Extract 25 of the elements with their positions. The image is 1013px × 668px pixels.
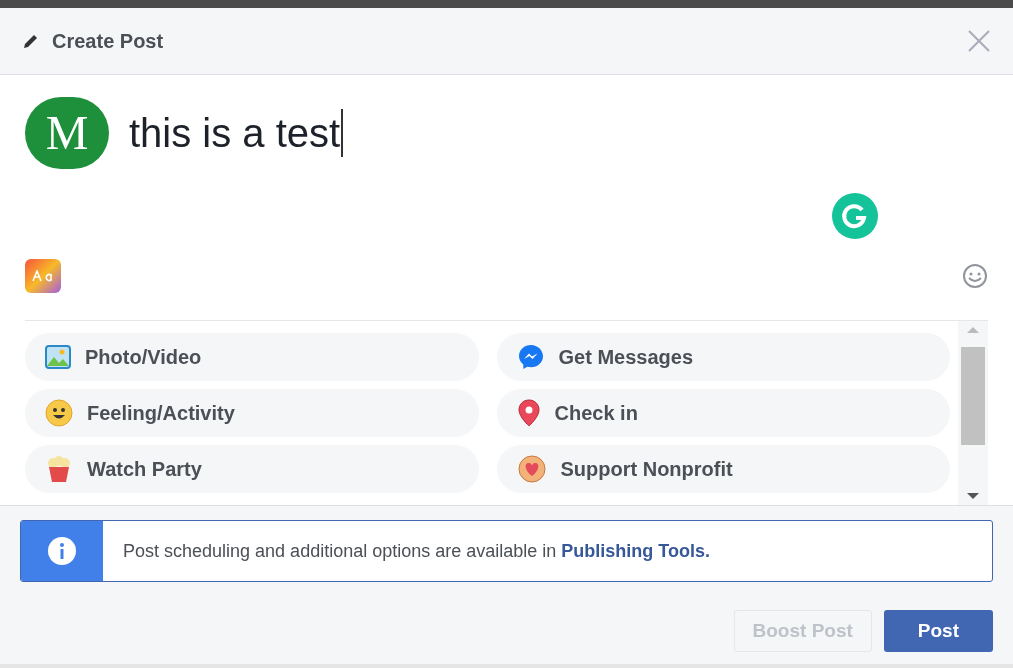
pencil-icon	[22, 32, 40, 50]
publishing-tools-link[interactable]: Publishing Tools.	[561, 540, 710, 561]
notice-text: Post scheduling and additional options are available in Publishing Tools.	[123, 539, 710, 563]
grammar-badge-icon[interactable]	[832, 193, 878, 239]
post-option[interactable]: Support Nonprofit	[496, 445, 950, 493]
post-option[interactable]: Get Messages	[496, 333, 950, 381]
scrollbar[interactable]	[958, 321, 988, 505]
smiley-icon	[45, 399, 73, 427]
emoji-icon[interactable]	[962, 263, 988, 289]
post-button[interactable]: Post	[883, 610, 993, 652]
avatar: M	[25, 97, 109, 169]
text-style-button[interactable]	[25, 259, 61, 293]
post-option[interactable]: Watch Party	[25, 445, 479, 493]
image-icon	[45, 345, 71, 369]
post-option[interactable]: Feeling/Activity	[25, 389, 479, 437]
map-pin-icon	[516, 399, 541, 427]
chat-bubble-icon	[516, 343, 545, 371]
post-text-field[interactable]: this is a test	[129, 109, 344, 157]
dialog-title: Create Post	[52, 29, 165, 54]
popcorn-icon	[45, 455, 73, 483]
post-option[interactable]: Photo/Video	[25, 333, 479, 381]
info-icon	[47, 536, 77, 566]
post-option[interactable]: Check in	[496, 389, 950, 437]
close-icon[interactable]	[967, 29, 991, 53]
letters-icon	[32, 270, 54, 282]
